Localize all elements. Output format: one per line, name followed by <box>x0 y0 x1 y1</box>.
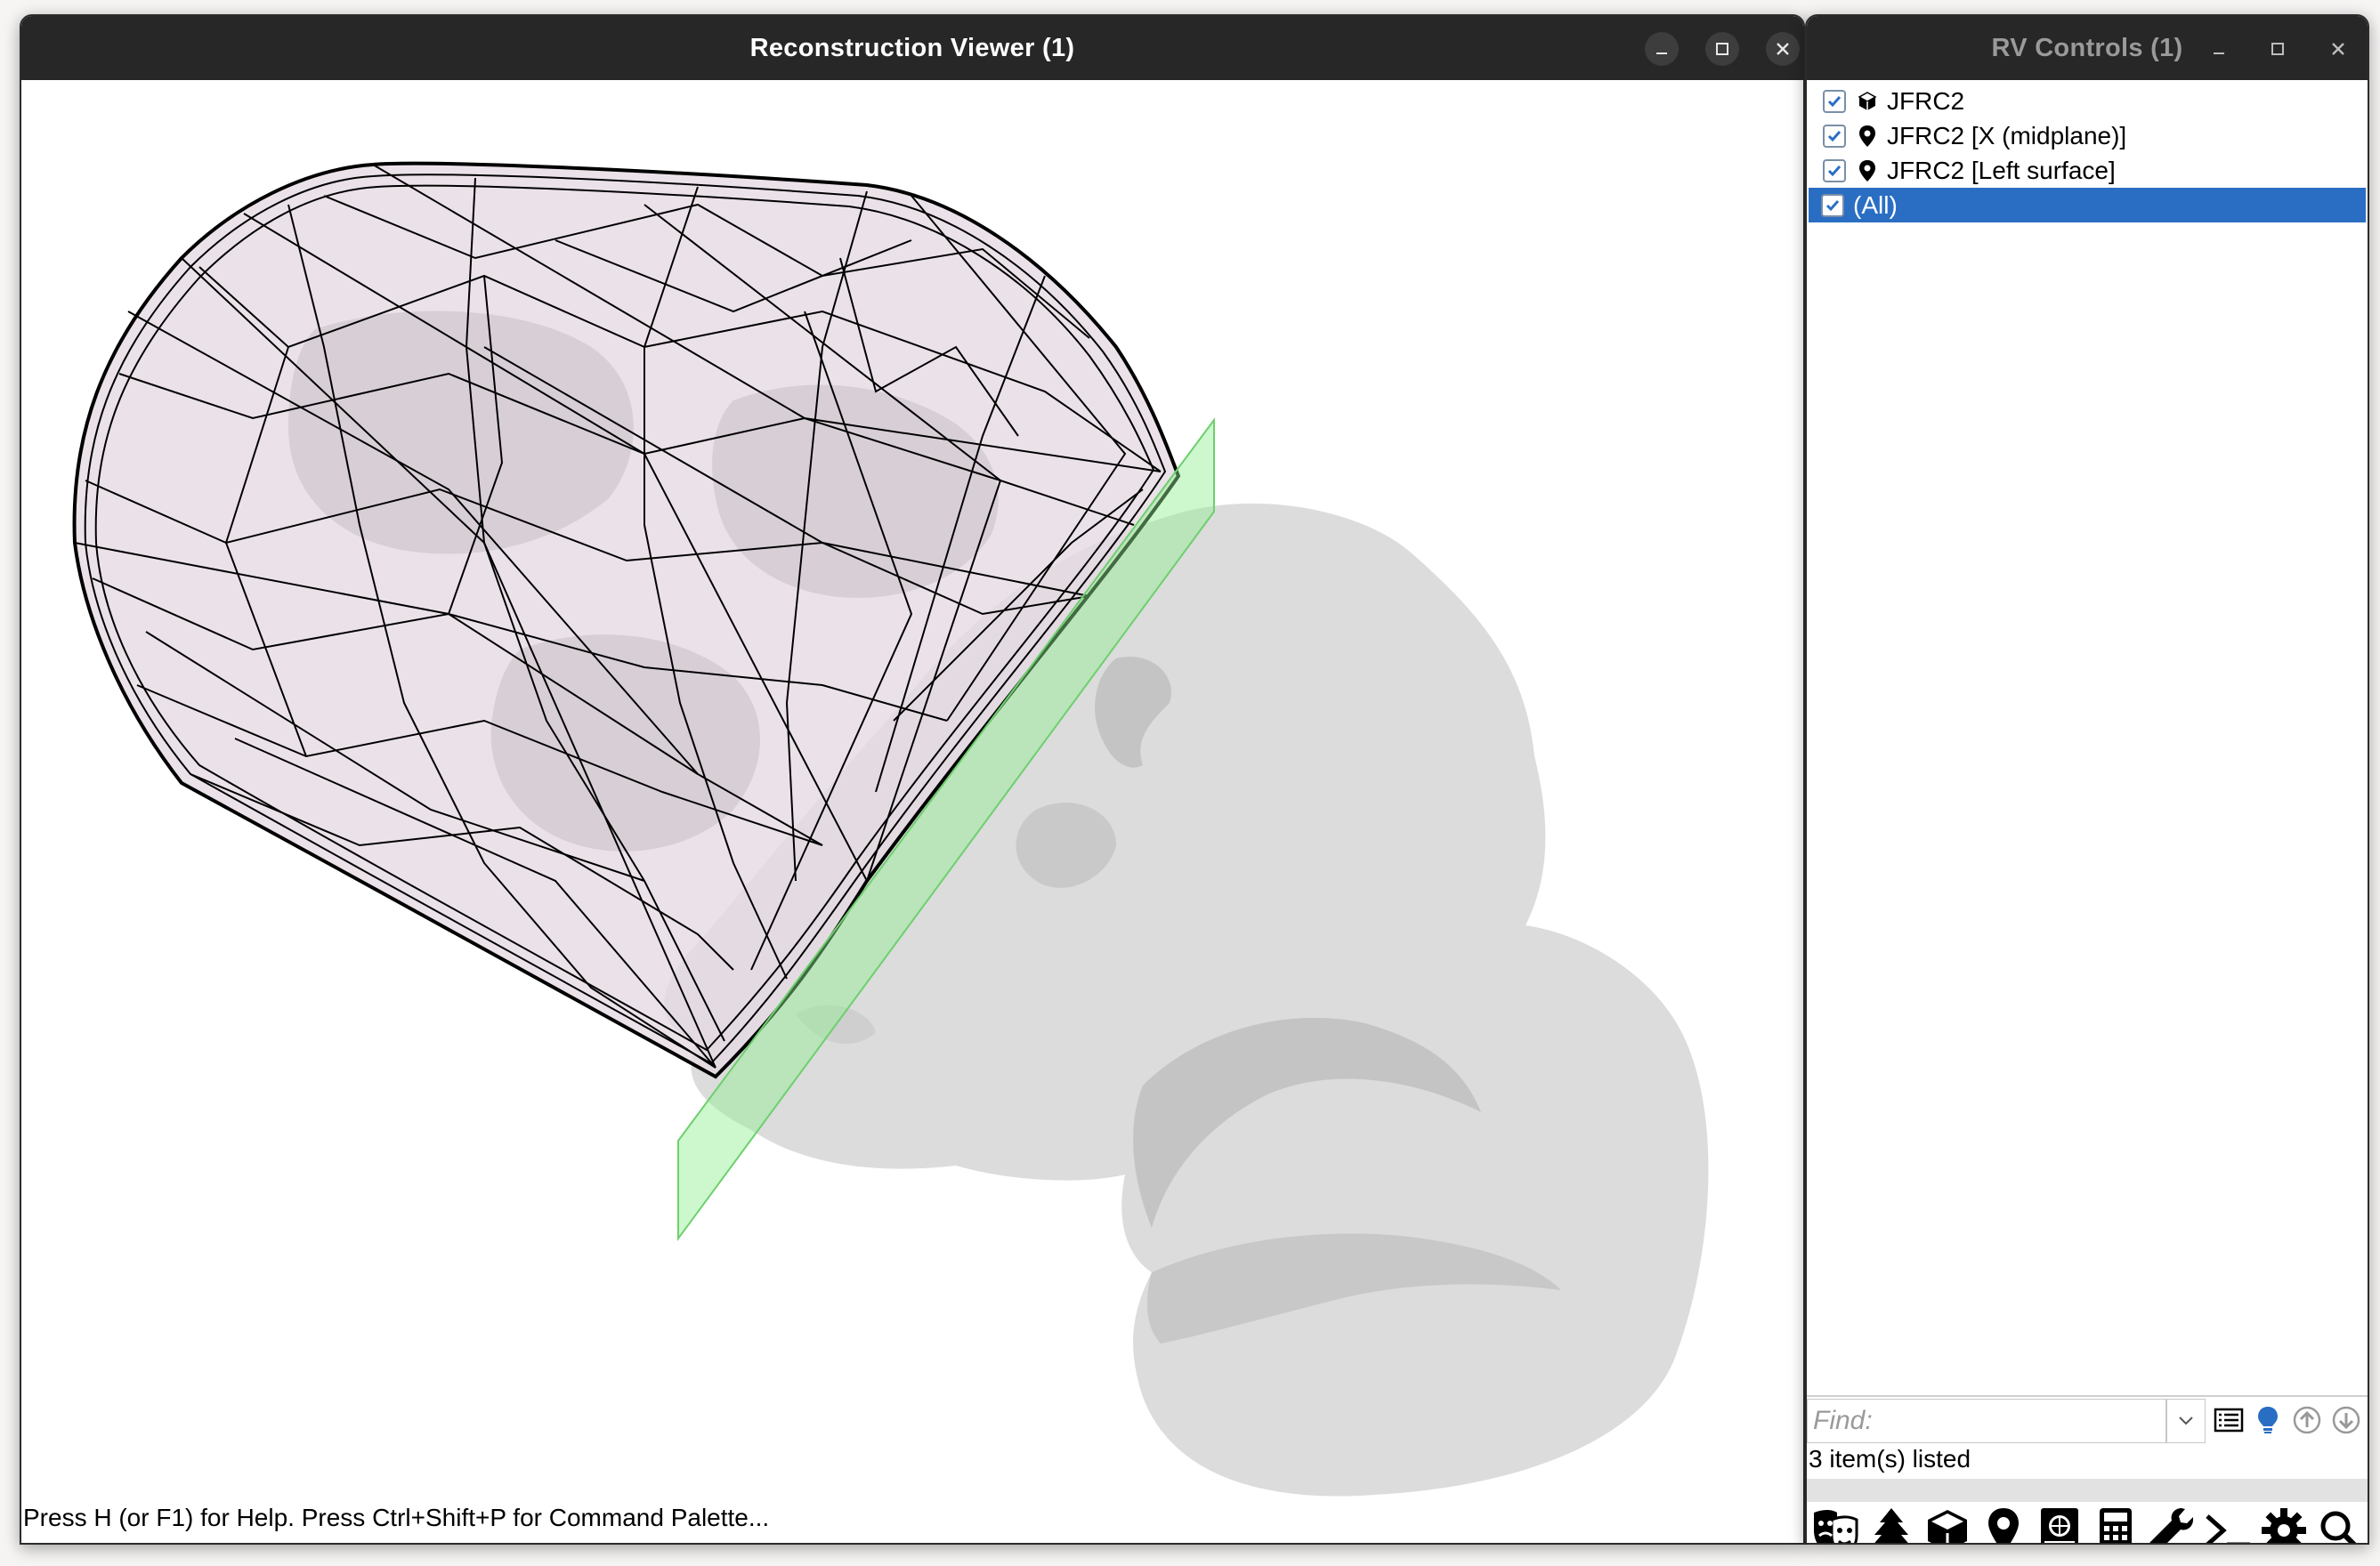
tree-item-label: JFRC2 [Left surface] <box>1887 157 2116 184</box>
status-bar-text: Press H (or F1) for Help. Press Ctrl+Shi… <box>23 1504 770 1531</box>
console-button[interactable] <box>2199 1502 2255 1543</box>
atlas-icon <box>2040 1508 2078 1543</box>
tree-icon <box>1874 1508 1908 1543</box>
calculator-button[interactable] <box>2087 1502 2143 1543</box>
find-bar <box>1807 1395 2368 1445</box>
cube-icon <box>1855 89 1880 114</box>
next-match-button[interactable] <box>2328 1402 2364 1438</box>
tree-item-label: JFRC2 <box>1887 87 1965 115</box>
maximize-button[interactable] <box>1705 32 1739 66</box>
map-pin-icon <box>1987 1508 2019 1543</box>
tree-item-jfrc2[interactable]: JFRC2 <box>1807 84 2368 118</box>
tree-item-jfrc2-midplane[interactable]: JFRC2 [X (midplane)] <box>1807 118 2368 153</box>
terminal-icon <box>2205 1514 2250 1543</box>
controls-toolbar <box>1807 1502 2368 1543</box>
search-button[interactable] <box>2311 1502 2368 1543</box>
controls-titlebar[interactable]: RV Controls (1) <box>1807 16 2368 80</box>
atlas-button[interactable] <box>2031 1502 2087 1543</box>
find-input[interactable] <box>1807 1399 2166 1443</box>
cube-icon <box>1927 1510 1967 1543</box>
viewer-content: Press H (or F1) for Help. Press Ctrl+Shi… <box>21 80 1803 1543</box>
tree-item-label: JFRC2 [X (midplane)] <box>1887 122 2127 149</box>
search-icon <box>2320 1511 2356 1543</box>
viewer-titlebar[interactable]: Reconstruction Viewer (1) <box>21 16 1803 80</box>
masks-icon <box>1813 1510 1858 1543</box>
arrow-down-circle-icon <box>2332 1406 2360 1434</box>
controls-content: JFRC2 JFRC2 [X (midplane)] JFRC2 [Left s <box>1807 80 2368 1543</box>
rv-controls-window: RV Controls (1) JFRC2 JFRC2 [X (midplane… <box>1805 14 2369 1545</box>
progress-strip <box>1807 1479 2368 1502</box>
check-icon <box>1827 130 1842 141</box>
chevron-down-icon <box>2179 1417 2193 1425</box>
maximize-button[interactable] <box>2261 32 2295 66</box>
close-button[interactable] <box>1766 32 1800 66</box>
tree-item-label: (All) <box>1853 191 1898 219</box>
map-pin-icon <box>1855 124 1880 149</box>
maximize-icon <box>2271 43 2284 55</box>
previous-match-button[interactable] <box>2289 1402 2325 1438</box>
viewer-title: Reconstruction Viewer (1) <box>749 34 1075 62</box>
tree-item-checkbox[interactable] <box>1823 158 1846 182</box>
minimize-button[interactable] <box>2202 32 2236 66</box>
check-icon <box>1827 165 1842 176</box>
settings-button[interactable] <box>2255 1502 2311 1543</box>
lightbulb-icon <box>2258 1407 2278 1433</box>
items-count-label: 3 item(s) listed <box>1809 1445 1971 1473</box>
check-icon <box>1825 199 1840 211</box>
arrow-up-circle-icon <box>2293 1406 2321 1434</box>
list-icon <box>2214 1408 2244 1433</box>
tree-item-checkbox[interactable] <box>1823 124 1846 148</box>
tree-button[interactable] <box>1863 1502 1919 1543</box>
calculator-icon <box>2099 1508 2132 1543</box>
tree-item-checkbox[interactable] <box>1823 89 1846 113</box>
wrench-icon <box>2149 1508 2193 1543</box>
check-icon <box>1827 95 1842 107</box>
3d-viewport[interactable] <box>21 80 1803 1543</box>
annotations-button[interactable] <box>1975 1502 2031 1543</box>
minimize-icon <box>1656 52 1667 54</box>
minimize-icon <box>2214 52 2224 54</box>
close-button[interactable] <box>2321 32 2355 66</box>
maximize-icon <box>1716 43 1728 55</box>
reconstruction-viewer-window: Reconstruction Viewer (1) Press H (or F1… <box>20 14 1805 1545</box>
tree-item-jfrc2-left-surface[interactable]: JFRC2 [Left surface] <box>1807 153 2368 188</box>
mesh-button[interactable] <box>1919 1502 1975 1543</box>
scene-control-button[interactable] <box>1807 1502 1863 1543</box>
scene-tree: JFRC2 JFRC2 [X (midplane)] JFRC2 [Left s <box>1807 84 2368 222</box>
close-icon <box>1777 43 1789 55</box>
tree-item-checkbox[interactable] <box>1821 193 1844 217</box>
close-icon <box>2332 43 2344 55</box>
highlight-button[interactable] <box>2250 1402 2286 1438</box>
minimize-button[interactable] <box>1645 32 1679 66</box>
find-dropdown-button[interactable] <box>2166 1399 2206 1443</box>
gear-icon <box>2261 1508 2306 1543</box>
tree-item-all[interactable]: (All) <box>1809 188 2366 222</box>
list-view-button[interactable] <box>2211 1402 2246 1438</box>
utilities-button[interactable] <box>2143 1502 2199 1543</box>
map-pin-icon <box>1855 158 1880 183</box>
